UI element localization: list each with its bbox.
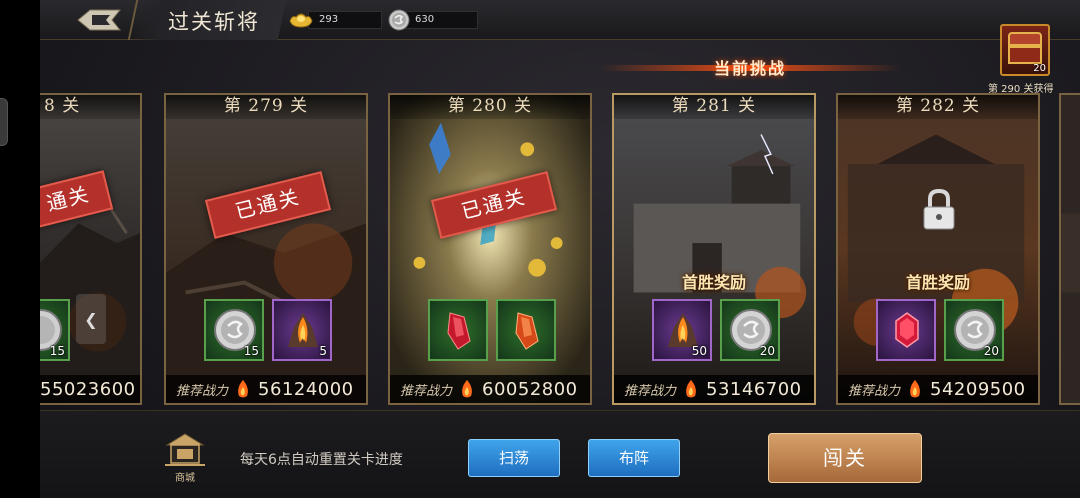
scroll-left-arrow[interactable]: ❮ xyxy=(76,294,106,344)
current-challenge-banner: 当前挑战 xyxy=(600,55,900,81)
flame-icon xyxy=(686,380,696,398)
cleared-stamp-text: 已通关 xyxy=(458,184,529,224)
shop-label: 商城 xyxy=(175,473,195,484)
chest-lid xyxy=(1008,32,1042,46)
recommended-power-value: 60052800 xyxy=(482,378,578,400)
burning-city-art xyxy=(838,95,1038,403)
formation-button[interactable]: 布阵 xyxy=(588,439,680,477)
fortress-art xyxy=(614,95,814,403)
screen: 过关斩将 293 630 20 第 290 关获得 当前挑战 8 关 通关 15… xyxy=(0,0,1080,498)
reward-item-slot[interactable]: 5 xyxy=(272,299,332,361)
reward-item-slot[interactable] xyxy=(496,299,556,361)
stage-header: 8 关 xyxy=(40,95,140,119)
first-win-reward-title: 首胜奖励 xyxy=(681,273,746,292)
chevron-left-icon: ❮ xyxy=(84,309,98,329)
reward-quantity: 20 xyxy=(983,344,999,358)
recommended-power-value: 54209500 xyxy=(930,378,1026,400)
gold-ingot-value: 293 xyxy=(308,11,382,29)
power-footer: 55023600 xyxy=(40,375,140,403)
flame-icon xyxy=(910,380,920,398)
recommended-power-value: 55023600 xyxy=(40,378,136,400)
power-footer: 推荐战力 54209500 xyxy=(838,375,1038,403)
reward-quantity: 50 xyxy=(691,344,707,358)
power-footer: 推荐战力 53146700 xyxy=(614,375,814,403)
red-crystal-icon xyxy=(447,312,471,350)
battle-art xyxy=(1061,95,1080,403)
stage-number: 第 281 关 xyxy=(671,96,757,116)
stage-number: 第 282 关 xyxy=(895,96,981,116)
recommended-power-label: 推荐战力 xyxy=(400,383,453,399)
orange-crystal-icon xyxy=(515,312,539,350)
red-gem-icon xyxy=(895,312,919,348)
power-footer: 推荐战力 60052800 xyxy=(390,375,590,403)
stage-header: 第 282 关 xyxy=(838,95,1038,119)
gold-ingot-icon xyxy=(289,13,313,28)
flame-icon xyxy=(462,380,472,398)
stage-header: 第 281 关 xyxy=(614,95,814,119)
stage-number: 第 279 关 xyxy=(223,96,309,116)
recommended-power-value: 56124000 xyxy=(258,378,354,400)
reward-item-slot[interactable]: 50 xyxy=(652,299,712,361)
stage-card-280[interactable]: 第 280 关 已通关 推荐战力 60052800 xyxy=(388,93,592,405)
silver-coin-value: 630 xyxy=(404,11,478,29)
silver-coin-counter: 630 xyxy=(388,9,478,31)
top-bar: 过关斩将 293 630 xyxy=(40,0,1080,40)
flame-icon xyxy=(238,380,248,398)
recommended-power-label: 推荐战力 xyxy=(624,383,677,399)
reset-tip-text: 每天6点自动重置关卡进度 xyxy=(240,452,403,468)
treasure-chest-button[interactable]: 20 xyxy=(1000,24,1050,76)
stage-card-partial[interactable]: 8 关 通关 15 55023600 xyxy=(40,93,142,405)
stage-number: 8 关 xyxy=(44,96,81,116)
reward-item-slot[interactable] xyxy=(876,299,936,361)
chest-count: 20 xyxy=(1033,63,1046,74)
gold-ingot-counter: 293 xyxy=(288,10,382,30)
page-title: 过关斩将 xyxy=(168,10,260,34)
power-footer: 推荐战力 56124000 xyxy=(166,375,366,403)
current-challenge-label: 当前挑战 xyxy=(713,59,786,78)
reward-item-slot[interactable]: 20 xyxy=(720,299,780,361)
back-arrow-icon xyxy=(77,9,122,31)
reward-quantity: 15 xyxy=(49,344,65,358)
battle-art xyxy=(166,95,366,403)
stage-card-279[interactable]: 第 279 关 已通关 15 5 推荐战力 56124000 xyxy=(164,93,368,405)
reward-item-slot[interactable] xyxy=(428,299,488,361)
game-view: 过关斩将 293 630 20 第 290 关获得 当前挑战 8 关 通关 15… xyxy=(40,0,1080,498)
cleared-stamp-text: 已通关 xyxy=(232,184,303,224)
reward-quantity: 5 xyxy=(319,344,327,358)
stage-card-partial-right[interactable] xyxy=(1059,93,1080,405)
system-edge-handle[interactable] xyxy=(0,98,8,146)
stage-header: 第 279 关 xyxy=(166,95,366,119)
back-button[interactable] xyxy=(64,6,134,34)
sweep-button[interactable]: 扫荡 xyxy=(468,439,560,477)
chest-body-icon xyxy=(1008,46,1042,64)
bottom-bar: 商城 每天6点自动重置关卡进度 扫荡 布阵 闯关 xyxy=(40,410,1080,498)
recommended-power-value: 53146700 xyxy=(706,378,802,400)
first-win-reward-title: 首胜奖励 xyxy=(905,273,970,292)
recommended-power-label: 推荐战力 xyxy=(176,383,229,399)
reward-item-slot[interactable]: 15 xyxy=(40,299,70,361)
lock-icon xyxy=(923,188,955,230)
reward-item-slot[interactable]: 15 xyxy=(204,299,264,361)
stage-header: 第 280 关 xyxy=(390,95,590,119)
shop-button[interactable]: 商城 xyxy=(160,431,210,484)
reward-quantity: 15 xyxy=(243,344,259,358)
stage-card-282-locked[interactable]: 第 282 关 首胜奖励 20 推荐战力 54209500 xyxy=(836,93,1040,405)
reward-quantity: 20 xyxy=(759,344,775,358)
reward-item-slot[interactable]: 20 xyxy=(944,299,1004,361)
stage-number: 第 280 关 xyxy=(447,96,533,116)
silver-coin-icon xyxy=(388,9,410,31)
treasure-art xyxy=(390,95,590,403)
recommended-power-label: 推荐战力 xyxy=(848,383,901,399)
challenge-button[interactable]: 闯关 xyxy=(768,433,922,483)
shop-pavilion-icon xyxy=(165,433,205,466)
stage-card-281-current[interactable]: 第 281 关 首胜奖励 50 20 推荐战力 53146700 xyxy=(612,93,816,405)
